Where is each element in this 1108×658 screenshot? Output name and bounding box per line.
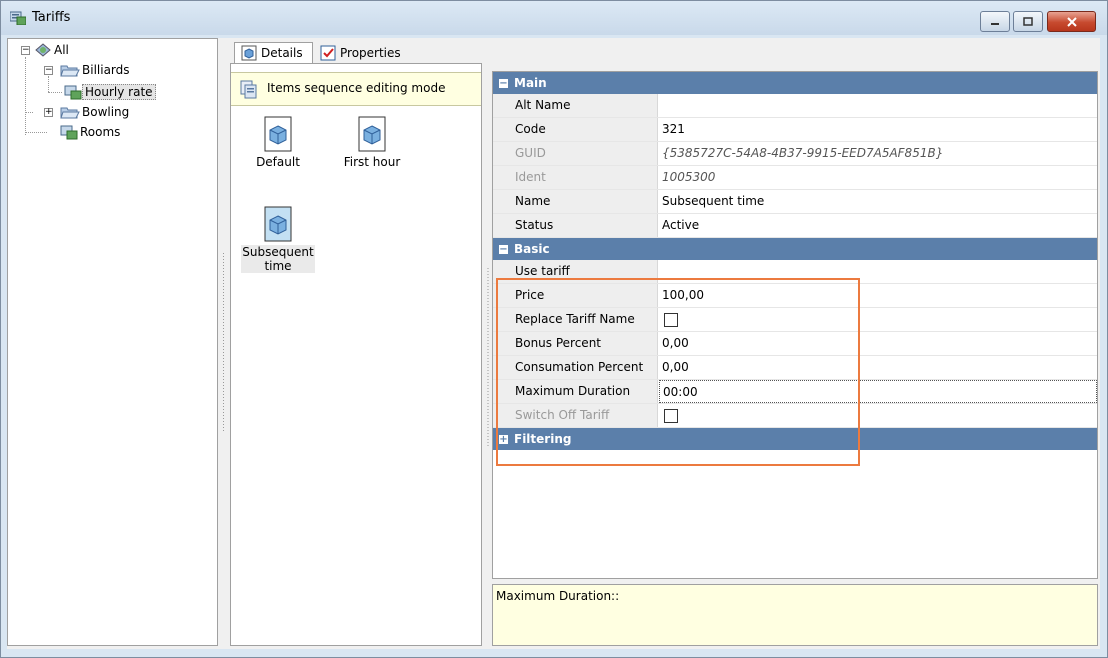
prop-value[interactable] <box>659 94 1097 117</box>
expand-icon[interactable]: + <box>44 108 53 117</box>
tariff-item-default[interactable]: Default <box>241 116 315 169</box>
tariff-icon <box>64 85 82 100</box>
minimize-icon <box>991 22 999 25</box>
collapse-icon[interactable]: − <box>44 66 53 75</box>
prop-row-alt-name[interactable]: Alt Name <box>493 94 1097 118</box>
prop-row-status[interactable]: Status Active <box>493 214 1097 238</box>
category-basic[interactable]: − Basic <box>493 238 1097 260</box>
category-main[interactable]: − Main <box>493 72 1097 94</box>
maximize-icon <box>1023 16 1033 26</box>
prop-name: GUID <box>493 142 658 165</box>
middle-splitter[interactable] <box>484 266 492 449</box>
tariffs-window: Tariffs − All − Billiards Hourly rate + … <box>0 0 1108 658</box>
tab-details[interactable]: Details <box>234 42 313 63</box>
tab-label: Properties <box>340 45 401 60</box>
prop-value[interactable]: Active <box>659 214 1097 237</box>
tree-node-label: Rooms <box>80 125 121 139</box>
details-icon <box>241 45 257 61</box>
prop-value: 1005300 <box>662 170 716 184</box>
collapse-icon[interactable]: − <box>499 244 508 254</box>
basic-section-highlight <box>496 278 860 466</box>
items-panel: Items sequence editing mode Default Firs… <box>230 63 482 646</box>
close-button[interactable] <box>1047 11 1096 32</box>
open-folder-icon <box>60 65 80 77</box>
globe-folder-icon <box>35 43 51 57</box>
tab-properties[interactable]: Properties <box>314 42 414 63</box>
prop-row-code[interactable]: Code 321 <box>493 118 1097 142</box>
tree-node-all[interactable]: All <box>34 41 71 59</box>
tree-node-bowling[interactable]: Bowling <box>60 103 131 121</box>
tree-node-hourly-rate[interactable]: Hourly rate <box>64 83 156 101</box>
prop-value[interactable]: 321 <box>659 118 1097 141</box>
tab-label: Details <box>261 46 303 60</box>
item-label: Subsequent time <box>241 245 315 273</box>
tree-node-rooms[interactable]: Rooms <box>60 123 122 141</box>
prop-name: Name <box>493 190 658 213</box>
property-description: Maximum Duration:: <box>496 589 620 603</box>
open-folder-icon <box>60 107 80 119</box>
title-bar[interactable]: Tariffs <box>1 1 1107 35</box>
prop-name: Ident <box>493 166 658 189</box>
properties-icon <box>320 45 336 60</box>
tree-node-label: Bowling <box>82 105 130 119</box>
sequence-mode-bar[interactable]: Items sequence editing mode <box>231 72 481 106</box>
prop-value: {5385727C-54A8-4B37-9915-EED7A5AF851B} <box>662 146 944 160</box>
tariffs-icon <box>10 11 26 25</box>
tree-node-billiards[interactable]: Billiards <box>60 61 132 79</box>
property-description-panel: Maximum Duration:: <box>492 584 1098 646</box>
prop-row-name[interactable]: Name Subsequent time <box>493 190 1097 214</box>
cube-document-icon <box>264 206 292 242</box>
tab-strip: Details Properties <box>230 38 1100 63</box>
sequence-mode-label: Items sequence editing mode <box>267 81 446 95</box>
prop-name: Code <box>493 118 658 141</box>
item-label: Default <box>256 155 300 169</box>
sequence-icon <box>240 80 257 99</box>
left-splitter[interactable] <box>219 251 228 434</box>
window-title: Tariffs <box>32 10 71 25</box>
prop-name: Status <box>493 214 658 237</box>
cube-document-icon <box>264 116 292 152</box>
maximize-button[interactable] <box>1013 11 1043 32</box>
category-label: Main <box>514 76 547 90</box>
close-icon <box>1066 16 1077 27</box>
tree-node-label: All <box>54 43 69 57</box>
tariff-tree[interactable]: − All − Billiards Hourly rate + Bowling … <box>7 38 218 646</box>
minimize-button[interactable] <box>980 11 1010 32</box>
collapse-icon[interactable]: − <box>21 46 30 55</box>
prop-value[interactable]: Subsequent time <box>659 190 1097 213</box>
prop-row-guid[interactable]: GUID {5385727C-54A8-4B37-9915-EED7A5AF85… <box>493 142 1097 166</box>
prop-row-ident[interactable]: Ident 1005300 <box>493 166 1097 190</box>
tariff-icon <box>60 125 78 140</box>
prop-name: Alt Name <box>493 94 658 117</box>
tariff-item-first-hour[interactable]: First hour <box>335 116 409 169</box>
item-label: First hour <box>343 155 401 169</box>
tree-node-label: Hourly rate <box>82 84 156 100</box>
collapse-icon[interactable]: − <box>499 78 508 88</box>
cube-document-icon <box>358 116 386 152</box>
client-area: − All − Billiards Hourly rate + Bowling … <box>7 38 1100 649</box>
category-label: Basic <box>514 242 550 256</box>
tree-node-label: Billiards <box>82 63 130 77</box>
tariff-item-subsequent-time[interactable]: Subsequent time <box>241 206 315 273</box>
